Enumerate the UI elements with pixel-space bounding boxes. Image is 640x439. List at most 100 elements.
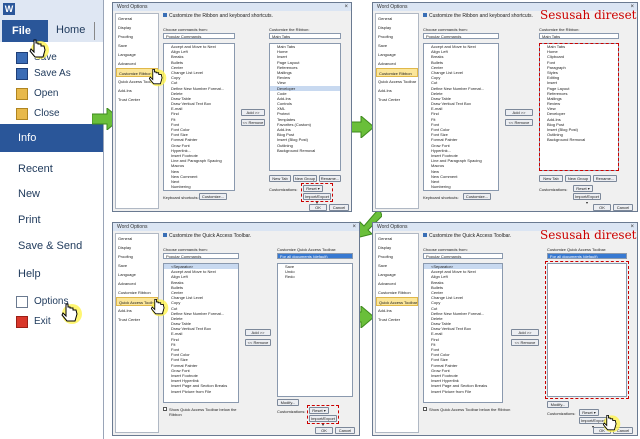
rename-button[interactable]: Rename... [593,175,617,182]
close-icon[interactable]: × [344,3,348,11]
remove-button[interactable]: << Remove [511,339,539,346]
show-below-label: Show Quick Access Toolbar below the Ribb… [429,407,511,412]
modify-button[interactable]: Modify... [547,401,569,408]
nav-proofing[interactable]: Proofing [116,32,158,41]
new-tab-button[interactable]: New Tab [269,175,291,182]
tab-home[interactable]: Home [56,24,85,36]
menu-options[interactable]: Options [0,292,103,312]
cancel-button[interactable]: Cancel [613,204,633,211]
menu-close[interactable]: Close [0,104,103,124]
list-item[interactable]: Numbering [164,184,234,189]
list-item[interactable]: Insert Picture from File [164,389,238,394]
ok-button[interactable]: OK [315,427,333,434]
add-button[interactable]: Add >> [505,109,533,116]
menu-open[interactable]: Open [0,84,103,104]
nav-trust-center[interactable]: Trust Center [376,95,418,104]
ribbon-tabs-list[interactable]: Main Tabs Home Insert Page Layout References… [269,43,341,171]
nav-language[interactable]: Language [376,270,418,279]
nav-advanced[interactable]: Advanced [376,59,418,68]
remove-button[interactable]: << Remove [245,339,271,346]
list-item[interactable]: Define New Number Format... [164,86,234,91]
menu-help[interactable]: Help [0,260,103,288]
show-below-checkbox[interactable] [163,407,167,411]
customize-keyboard-button[interactable]: Customize... [199,193,227,200]
customize-toolbar-select[interactable]: For all documents (default) [547,253,627,259]
show-below-checkbox[interactable] [423,407,427,411]
nav-save[interactable]: Save [116,41,158,50]
menu-recent[interactable]: Recent [0,155,103,183]
commands-list[interactable]: Accept and Move to Next Align Left Breaks B… [163,43,235,191]
nav-trust-center[interactable]: Trust Center [376,315,418,324]
nav-quick-access-toolbar[interactable]: Quick Access Toolbar [376,297,418,306]
nav-proofing[interactable]: Proofing [116,252,158,261]
nav-general[interactable]: General [376,14,418,23]
menu-exit[interactable]: Exit [0,312,103,332]
ok-button[interactable]: OK [309,204,327,211]
nav-add-ins[interactable]: Add-Ins [376,306,418,315]
commands-list[interactable]: <Separator> Accept and Move to Next Align … [423,263,503,403]
list-item[interactable]: Background Removal [270,148,340,153]
nav-advanced[interactable]: Advanced [116,279,158,288]
choose-commands-select[interactable]: Popular Commands [423,33,499,39]
customize-ribbon-select[interactable]: Main Tabs [539,33,619,39]
menu-info[interactable]: Info [0,124,103,152]
nav-language[interactable]: Language [116,50,158,59]
customize-ribbon-select[interactable]: Main Tabs [269,33,341,39]
customize-keyboard-button[interactable]: Customize... [463,193,491,200]
nav-language[interactable]: Language [116,270,158,279]
menu-save-send[interactable]: Save & Send [0,232,103,260]
close-icon[interactable]: × [352,223,356,231]
nav-display[interactable]: Display [116,23,158,32]
nav-customize-ribbon[interactable]: Customize Ribbon [376,288,418,297]
ok-button[interactable]: OK [593,204,611,211]
nav-general[interactable]: General [116,234,158,243]
rename-button[interactable]: Rename... [319,175,341,182]
list-item[interactable]: Insert Page and Section Breaks [164,383,238,388]
nav-trust-center[interactable]: Trust Center [116,95,158,104]
new-group-button[interactable]: New Group [565,175,591,182]
nav-language[interactable]: Language [376,50,418,59]
nav-advanced[interactable]: Advanced [376,279,418,288]
modify-button[interactable]: Modify... [277,399,299,406]
menu-print[interactable]: Print [0,206,103,234]
nav-save[interactable]: Save [376,261,418,270]
commands-list[interactable]: Accept and Move to Next Align Left Breaks B… [423,43,499,191]
nav-save[interactable]: Save [116,261,158,270]
list-item[interactable]: Numbering [424,184,498,189]
menu-save-as[interactable]: Save As [0,64,103,84]
nav-general[interactable]: General [376,234,418,243]
nav-display[interactable]: Display [376,243,418,252]
nav-proofing[interactable]: Proofing [376,252,418,261]
nav-display[interactable]: Display [116,243,158,252]
title-bar: W [0,0,103,22]
keyboard-shortcuts-label: Keyboard shortcuts: [423,195,459,200]
choose-commands-select[interactable]: Popular Commands [423,253,503,259]
import-export-button[interactable]: Import/Export ▾ [573,193,601,205]
nav-general[interactable]: General [116,14,158,23]
list-item[interactable]: Insert Picture from File [424,389,502,394]
nav-save[interactable]: Save [376,41,418,50]
new-group-button[interactable]: New Group [293,175,317,182]
remove-button[interactable]: << Remove [505,119,533,126]
reset-button[interactable]: Reset ▾ [579,409,599,416]
cancel-button[interactable]: Cancel [335,427,355,434]
add-button[interactable]: Add >> [511,329,539,336]
nav-quick-access-toolbar[interactable]: Quick Access Toolbar [376,77,418,86]
add-button[interactable]: Add >> [245,329,271,336]
customize-toolbar-select[interactable]: For all documents (default) [277,253,353,259]
commands-list[interactable]: <Separator> Accept and Move to Next Align … [163,263,239,403]
new-tab-button[interactable]: New Tab [539,175,563,182]
remove-button[interactable]: << Remove [241,119,265,126]
choose-commands-select[interactable]: Popular Commands [163,253,239,259]
nav-add-ins[interactable]: Add-Ins [376,86,418,95]
nav-proofing[interactable]: Proofing [376,32,418,41]
cancel-button[interactable]: Cancel [329,204,349,211]
choose-commands-select[interactable]: Popular Commands [163,33,235,39]
menu-new[interactable]: New [0,180,103,208]
add-button[interactable]: Add >> [241,109,265,116]
nav-display[interactable]: Display [376,23,418,32]
toolbar-commands-list[interactable]: Save Undo Redo [277,263,353,397]
nav-customize-ribbon[interactable]: Customize Ribbon [376,68,418,77]
list-item[interactable]: Redo [278,274,352,279]
reset-button[interactable]: Reset ▾ [573,185,593,192]
